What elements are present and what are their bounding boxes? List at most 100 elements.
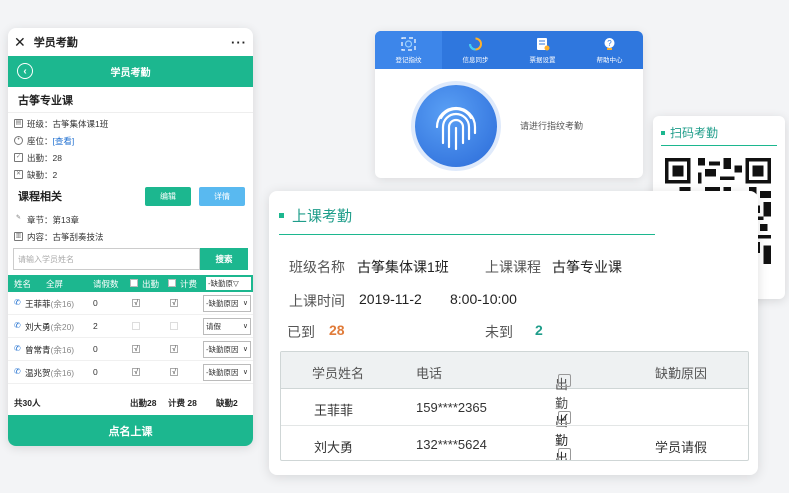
class-icon: ▤ [14,119,23,128]
qr-divider [661,145,777,146]
attendance-title: 上课考勤 [279,205,352,226]
table-row[interactable]: ✆ 王菲菲(余16) 0 √ √ -缺勤原因 ∨ [8,292,253,315]
fingerprint-prompt: 请进行指纹考勤 [520,121,584,131]
seat-view-link[interactable]: [查看] [53,135,75,147]
chevron-down-icon: ∨ [242,323,248,330]
close-icon[interactable]: ✕ [14,34,26,51]
absence-reason-select[interactable]: -缺勤原因 ∨ [203,295,251,312]
phone-call-icon[interactable]: ✆ [14,344,21,353]
class-time-value: 8:00-10:00 [450,291,517,307]
course-section-header: 课程相关 编辑 详情 [8,183,253,209]
phone-header-title: 学员考勤 [110,68,151,79]
check-icon: ✓ [14,153,23,162]
fingerprint-toolbar: 登记指纹 信息同步 票据设置 ? 帮助中心 [375,31,643,69]
edit-button[interactable]: 编辑 [145,186,191,206]
class-time-label: 上课时间 [289,293,345,309]
student-name: 温兆贺(余16) [25,368,75,378]
absent-label: 缺勤：2 [27,169,58,180]
select-all-charge-checkbox[interactable] [168,279,176,287]
phone-top-title: 学员考勤 [33,37,78,49]
phone-call-icon[interactable]: ✆ [14,367,21,376]
fingerprint-register-icon [401,36,416,51]
charge-total: 计费 28 [168,398,197,408]
chevron-down-icon: ∨ [242,369,248,376]
fingerprint-icon [435,106,477,151]
phone-summary: 共30人 出勤28 计费 28 缺勤2 [8,391,253,413]
phone-call-icon[interactable]: ✆ [14,298,21,307]
chevron-down-icon: ∨ [242,300,248,307]
attended-label: 出勤：28 [27,152,62,163]
phone-call-icon[interactable]: ✆ [14,321,21,330]
attend-checkbox[interactable] [558,448,571,460]
chevron-down-icon: ∨ [242,346,248,353]
charge-checkbox[interactable] [170,322,178,330]
absence-reason-select[interactable]: -缺勤原因 ∨ [203,364,251,381]
table-row[interactable]: ✆ 曾常青(余16) 0 √ √ -缺勤原因 ∨ [8,338,253,361]
receipt-settings-icon [537,37,550,50]
phone-table-header: 姓名 全屏 请假数 出勤 计费 -缺勤原▽ [8,275,253,292]
charge-checkbox[interactable]: √ [170,345,178,353]
leave-count: 0 [93,344,98,354]
absence-reason-select[interactable]: -缺勤原因 ∨ [203,341,251,358]
missing-label: 未到 [485,324,513,340]
col-absence-reason: 缺勤原因 [655,366,708,381]
cross-icon: ✕ [14,170,23,179]
content-label: 内容：古筝刮奏技法 [27,231,104,242]
table-row[interactable]: ✆ 刘大勇(余20) 2 请假 ∨ [8,315,253,338]
select-all-checkbox[interactable] [558,374,571,387]
reason-filter-select[interactable]: -缺勤原▽ [206,277,251,290]
student-phone: 159****2365 [416,400,487,415]
leave-count: 0 [93,298,98,308]
attend-checkbox[interactable]: √ [132,299,140,307]
student-name: 刘大勇(余20) [25,322,75,332]
phone-header: ‹ 学员考勤 [8,56,253,87]
attendance-table: 学员姓名 电话 出勤 缺勤原因 王菲菲 159****2365 出勤 ✓ 刘大勇 … [280,351,749,461]
back-icon[interactable]: ‹ [17,63,33,79]
student-name: 刘大勇 [314,440,354,455]
absent-total: 缺勤2 [216,398,238,408]
leave-count: 0 [93,367,98,377]
tab-help-center[interactable]: ? 帮助中心 [576,31,643,69]
absence-reason-select[interactable]: 请假 ∨ [203,318,251,335]
tab-receipt-settings[interactable]: 票据设置 [509,31,576,69]
col-fullscreen[interactable]: 全屏 [46,278,63,290]
tab-label: 票据设置 [529,56,556,64]
start-roll-call-button[interactable]: 点名上课 [8,415,253,446]
title-marker-icon [279,213,284,218]
phone-top-bar: ✕ 学员考勤 ··· [8,28,253,56]
location-icon: • [14,136,23,145]
attendance-title-text: 上课考勤 [292,208,353,225]
tab-register-fingerprint[interactable]: 登记指纹 [375,31,442,69]
search-button[interactable]: 搜索 [200,248,248,270]
absence-reason: 学员请假 [655,440,708,455]
course-details: ✎ 章节：第13章 ▥ 内容：古筝刮奏技法 [8,209,253,245]
col-leave: 请假数 [93,279,119,289]
attend-checkbox[interactable]: ✓ [558,411,571,424]
detail-button[interactable]: 详情 [199,186,245,206]
book-icon: ▥ [14,232,23,241]
attend-checkbox[interactable]: √ [132,368,140,376]
course-label: 上课课程 [485,259,541,275]
fingerprint-scan-button[interactable] [415,85,497,167]
col-attend: 出勤 [142,279,160,289]
attend-checkbox[interactable]: √ [132,345,140,353]
attend-total: 出勤28 [130,398,157,408]
class-name-value: 古筝集体课1班 [357,259,449,275]
charge-checkbox[interactable]: √ [170,368,178,376]
tab-info-sync[interactable]: 信息同步 [442,31,509,69]
select-all-attend-checkbox[interactable] [130,279,138,287]
more-icon[interactable]: ··· [231,35,247,50]
chapter-label: 章节：第13章 [27,214,79,225]
svg-text:?: ? [607,39,612,48]
student-search-input[interactable]: 请输入学员姓名 [13,248,200,270]
table-row[interactable]: ✆ 温兆贺(余16) 0 √ √ -缺勤原因 ∨ [8,361,253,384]
charge-checkbox[interactable]: √ [170,299,178,307]
missing-count: 2 [535,322,543,338]
class-attendance-panel: 上课考勤 班级名称 古筝集体课1班 上课课程 古筝专业课 上课时间 2019-1… [269,191,758,475]
table-row[interactable]: 刘大勇 132****5624 出勤 学员请假 [281,425,748,460]
arrived-label: 已到 [287,324,315,340]
attend-checkbox[interactable] [132,322,140,330]
table-row[interactable]: 王菲菲 159****2365 出勤 ✓ [281,389,748,448]
fingerprint-panel: 登记指纹 信息同步 票据设置 ? 帮助中心 请进行指纹考勤 [375,31,643,178]
pen-icon: ✎ [15,215,22,221]
